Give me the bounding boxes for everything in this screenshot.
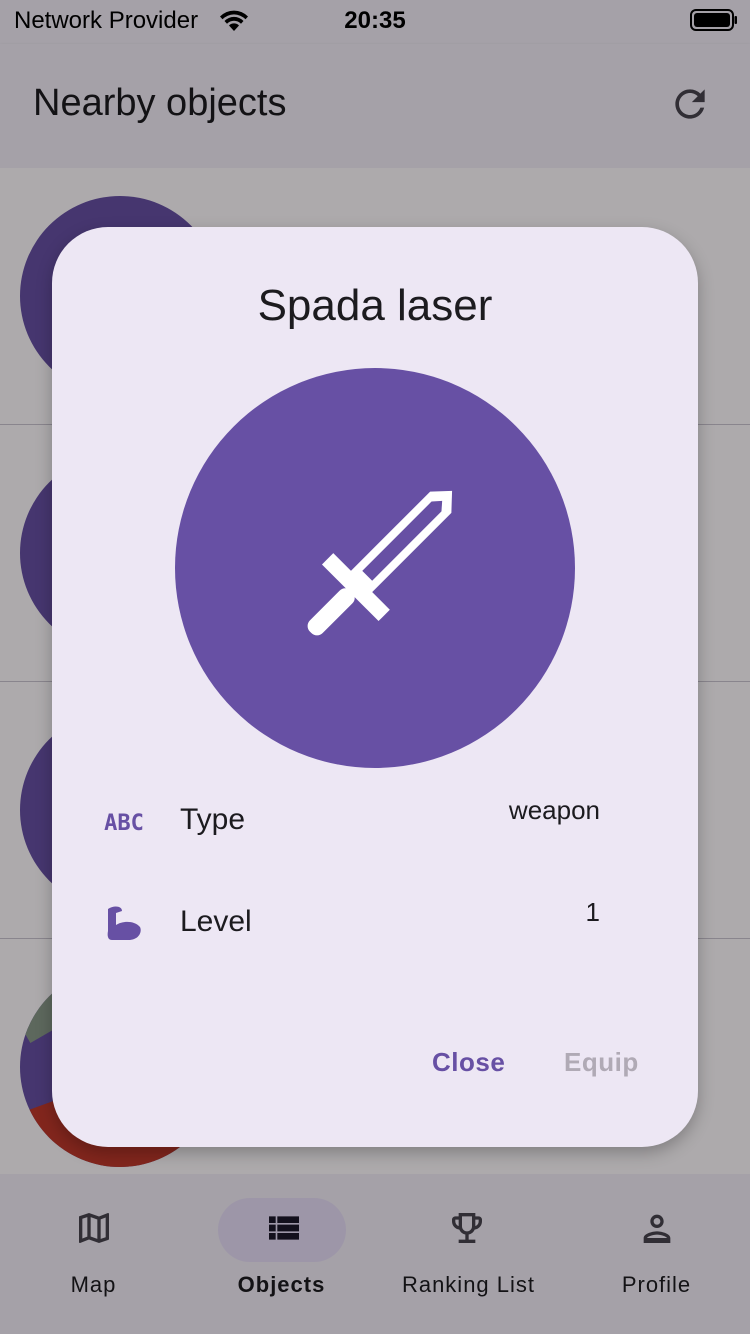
bicep-icon bbox=[107, 906, 141, 940]
close-button[interactable]: Close bbox=[432, 1047, 505, 1078]
type-label: Type bbox=[180, 803, 246, 836]
object-image bbox=[175, 368, 575, 768]
dialog-title: Spada laser bbox=[257, 281, 493, 330]
detail-row-type: ABC Type weapon bbox=[52, 781, 698, 861]
object-detail-dialog: Spada laser ABC Type weapon Level 1 Clos bbox=[52, 227, 698, 1147]
sword-icon bbox=[307, 490, 453, 636]
detail-row-level: Level 1 bbox=[52, 883, 698, 963]
level-label: Level bbox=[180, 905, 252, 938]
equip-button[interactable]: Equip bbox=[564, 1047, 639, 1078]
abc-icon: ABC bbox=[104, 811, 144, 836]
level-value: 1 bbox=[585, 897, 600, 927]
svg-text:ABC: ABC bbox=[104, 811, 144, 836]
type-value: weapon bbox=[508, 795, 600, 825]
